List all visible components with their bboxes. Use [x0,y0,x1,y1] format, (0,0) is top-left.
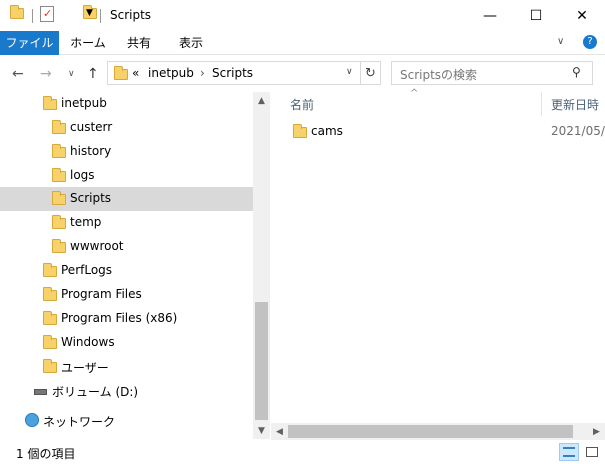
tree-item-temp[interactable]: temp [0,211,253,235]
refresh-icon[interactable]: ↻ [361,61,381,85]
file-row-cams[interactable]: cams 2021/05/14 [271,120,605,144]
tree-item-label: Windows [61,335,115,349]
tree-item-label: history [70,144,112,158]
chevron-down-icon[interactable]: ∨ [346,67,353,77]
details-view-icon [563,447,575,457]
tree-item-windows[interactable]: Windows [0,331,253,355]
folder-icon [43,263,57,277]
folder-icon [43,96,57,110]
column-divider[interactable] [541,92,542,116]
tree-item-label: ユーザー [61,361,109,375]
tree-item-label: wwwroot [70,239,124,253]
breadcrumb-overflow[interactable]: « [132,66,139,80]
minimize-button[interactable]: — [467,0,513,31]
file-list: ^ 名前 更新日時 cams 2021/05/14 [271,88,605,423]
search-icon[interactable]: ⚲ [572,65,581,79]
navigation-tree: inetpub custerr history logs Scripts tem… [0,92,253,439]
forward-arrow-icon[interactable]: → [40,66,52,82]
folder-icon [43,359,57,373]
recent-chevron-icon[interactable]: ∨ [68,69,75,79]
search-input[interactable]: Scriptsの検索 ⚲ [391,61,593,85]
folder-icon [52,168,66,182]
tree-item-label: Program Files (x86) [61,311,178,325]
tree-item-label: ボリューム (D:) [52,385,139,399]
drive-icon [34,389,47,395]
tree-item-program-files[interactable]: Program Files [0,283,253,307]
breadcrumb-scripts[interactable]: Scripts [212,66,253,80]
tree-item-network[interactable]: ネットワーク [0,409,253,433]
search-placeholder: Scriptsの検索 [400,68,478,82]
folder-icon [52,239,66,253]
folder-icon [114,66,128,80]
tab-file[interactable]: ファイル [0,31,59,55]
tab-home[interactable]: ホーム [61,31,115,55]
tree-item-label: temp [70,215,102,229]
breadcrumb-inetpub[interactable]: inetpub [148,66,194,80]
separator [100,9,101,23]
tab-share[interactable]: 共有 [115,31,163,55]
separator [32,9,33,23]
network-icon [25,413,39,427]
tree-item-label: Scripts [70,191,112,205]
tree-item-label: custerr [70,120,113,134]
file-date: 2021/05/14 [551,124,605,138]
tree-item-label: logs [70,168,95,182]
tree-item-label: ネットワーク [43,415,116,429]
help-icon[interactable]: ? [583,35,597,49]
scroll-thumb[interactable] [255,302,268,420]
details-view-button[interactable] [559,443,579,461]
chevron-down-icon[interactable]: ▼ [86,8,93,18]
scroll-right-icon[interactable]: ▶ [588,423,605,440]
chevron-down-icon[interactable]: ∨ [557,36,564,47]
large-icons-view-icon [586,447,598,457]
tree-item-drive-d[interactable]: ボリューム (D:) [0,379,253,403]
tree-item-label: PerfLogs [61,263,113,277]
file-list-scrollbar[interactable]: ◀ ▶ [271,423,605,440]
folder-icon [43,287,57,301]
tree-item-scripts[interactable]: Scripts [0,187,253,211]
item-count: 1 個の項目 [16,447,76,461]
tree-item-program-files-x86[interactable]: Program Files (x86) [0,307,253,331]
tab-view[interactable]: 表示 [163,31,219,55]
scroll-up-icon[interactable]: ▲ [253,92,270,109]
scroll-left-icon[interactable]: ◀ [271,423,288,440]
tree-item-inetpub[interactable]: inetpub [0,92,253,116]
back-arrow-icon[interactable]: ← [12,66,24,82]
file-name: cams [311,124,343,138]
folder-icon [52,144,66,158]
tree-item-users[interactable]: ユーザー [0,355,253,379]
ribbon-tabs: ファイル ホーム 共有 表示 ∨ ? [0,31,605,55]
folder-icon [52,191,66,205]
folder-icon [293,124,307,138]
tree-item-logs[interactable]: logs [0,164,253,188]
tree-item-wwwroot[interactable]: wwwroot [0,235,253,259]
maximize-button[interactable]: ☐ [513,0,559,31]
scroll-down-icon[interactable]: ▼ [253,422,270,439]
tree-item-history[interactable]: history [0,140,253,164]
address-bar[interactable]: « inetpub › Scripts ∨ [107,61,361,85]
tree-item-label: inetpub [61,96,107,110]
breadcrumb-separator[interactable]: › [200,66,205,80]
tree-scrollbar[interactable]: ▲ ▼ [253,92,270,439]
close-button[interactable]: ✕ [559,0,605,31]
folder-icon [43,335,57,349]
status-bar: 1 個の項目 [0,440,605,464]
title-bar: ✓ ▼ Scripts — ☐ ✕ [0,0,605,31]
up-arrow-icon[interactable]: ↑ [87,66,99,82]
sort-caret-icon: ^ [410,88,419,99]
tree-item-label: Program Files [61,287,142,301]
tree-item-custerr[interactable]: custerr [0,116,253,140]
folder-icon [52,120,66,134]
properties-icon[interactable]: ✓ [40,6,54,22]
column-header-modified[interactable]: 更新日時 [551,96,599,113]
large-icons-view-button[interactable] [582,443,602,461]
folder-icon [52,215,66,229]
window-title: Scripts [110,8,152,22]
folder-icon [10,5,24,19]
scroll-thumb[interactable] [288,425,573,438]
tree-item-perflogs[interactable]: PerfLogs [0,259,253,283]
column-header-name[interactable]: 名前 [290,96,314,113]
folder-icon [43,311,57,325]
